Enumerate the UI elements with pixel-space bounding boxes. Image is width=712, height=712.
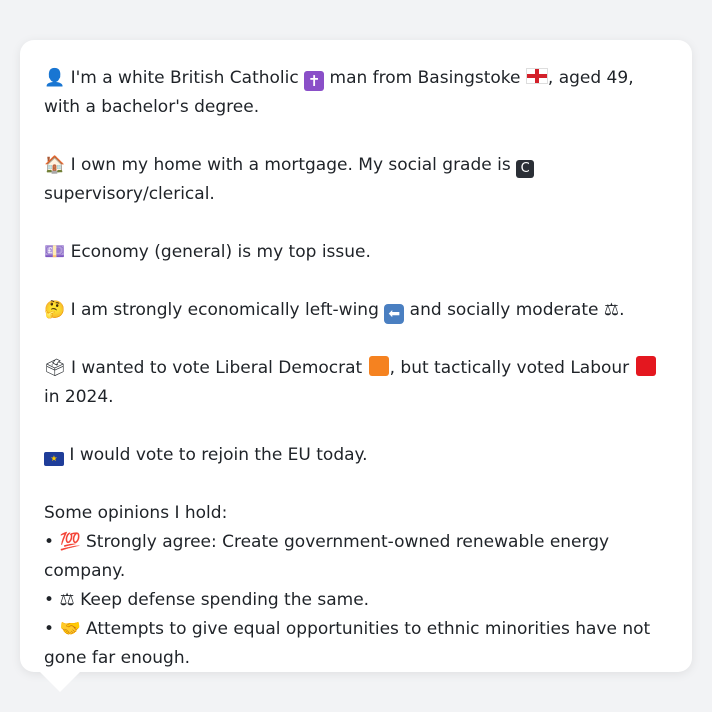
home-line: 🏠 I own my home with a mortgage. My soci… bbox=[44, 151, 668, 209]
thinking-face-icon: 🤔 bbox=[44, 300, 66, 320]
persona-card: 👤 I'm a white British Catholic ✝ man fro… bbox=[20, 40, 692, 672]
ballot-box-icon: 🗳 bbox=[44, 358, 66, 378]
eu-flag-icon: ★ bbox=[44, 452, 64, 466]
england-flag-icon bbox=[525, 68, 548, 84]
c-button-icon: C bbox=[516, 160, 535, 178]
ideology-line: 🤔 I am strongly economically left-wing ⬅… bbox=[44, 296, 668, 325]
home-text-1: I own my home with a mortgage. My social… bbox=[65, 155, 517, 175]
vote-text-3: in 2024. bbox=[44, 387, 114, 407]
ideology-text-1: I am strongly economically left-wing bbox=[65, 300, 385, 320]
bust-in-silhouette-icon: 👤 bbox=[44, 68, 66, 88]
vote-line: 🗳 I wanted to vote Liberal Democrat , bu… bbox=[44, 354, 668, 412]
opinion-text: Attempts to give equal opportunities to … bbox=[44, 619, 651, 668]
bullet: • bbox=[44, 619, 60, 639]
identity-text-2: man from Basingstoke bbox=[324, 68, 526, 88]
red-square-icon bbox=[635, 356, 656, 376]
opinions-section: Some opinions I hold: • 💯 Strongly agree… bbox=[44, 499, 668, 673]
latin-cross-icon: ✝ bbox=[304, 71, 325, 91]
handshake-icon: 🤝 bbox=[59, 619, 81, 639]
opinion-item: • 🤝 Attempts to give equal opportunities… bbox=[44, 615, 668, 673]
left-arrow-icon: ⬅ bbox=[384, 304, 405, 324]
eu-text: I would vote to rejoin the EU today. bbox=[64, 445, 368, 465]
opinion-text: Strongly agree: Create government-owned … bbox=[44, 532, 610, 581]
ideology-text-2: and socially moderate bbox=[404, 300, 604, 320]
vote-text-2: , but tactically voted Labour bbox=[389, 358, 635, 378]
balance-scale-icon: ⚖ bbox=[603, 300, 620, 320]
balance-scale-icon: ⚖ bbox=[59, 590, 75, 610]
home-text-2: supervisory/clerical. bbox=[44, 184, 215, 204]
opinions-heading: Some opinions I hold: bbox=[44, 503, 228, 523]
identity-line: 👤 I'm a white British Catholic ✝ man fro… bbox=[44, 64, 668, 122]
house-icon: 🏠 bbox=[44, 155, 66, 175]
hundred-points-icon: 💯 bbox=[59, 532, 81, 552]
opinion-item: • ⚖ Keep defense spending the same. bbox=[44, 586, 668, 615]
bullet: • bbox=[44, 590, 60, 610]
issue-line: 💷 Economy (general) is my top issue. bbox=[44, 238, 668, 267]
opinion-item: • 💯 Strongly agree: Create government-ow… bbox=[44, 528, 668, 586]
opinion-text: Keep defense spending the same. bbox=[74, 590, 370, 610]
orange-square-icon bbox=[368, 356, 389, 376]
ideology-text-3: . bbox=[619, 300, 625, 320]
eu-line: ★ I would vote to rejoin the EU today. bbox=[44, 441, 668, 470]
bullet: • bbox=[44, 532, 60, 552]
banknote-icon: 💷 bbox=[44, 242, 66, 262]
speech-bubble-tail bbox=[40, 672, 80, 692]
issue-text: Economy (general) is my top issue. bbox=[65, 242, 371, 262]
identity-text-1: I'm a white British Catholic bbox=[65, 68, 305, 88]
vote-text-1: I wanted to vote Liberal Democrat bbox=[65, 358, 368, 378]
